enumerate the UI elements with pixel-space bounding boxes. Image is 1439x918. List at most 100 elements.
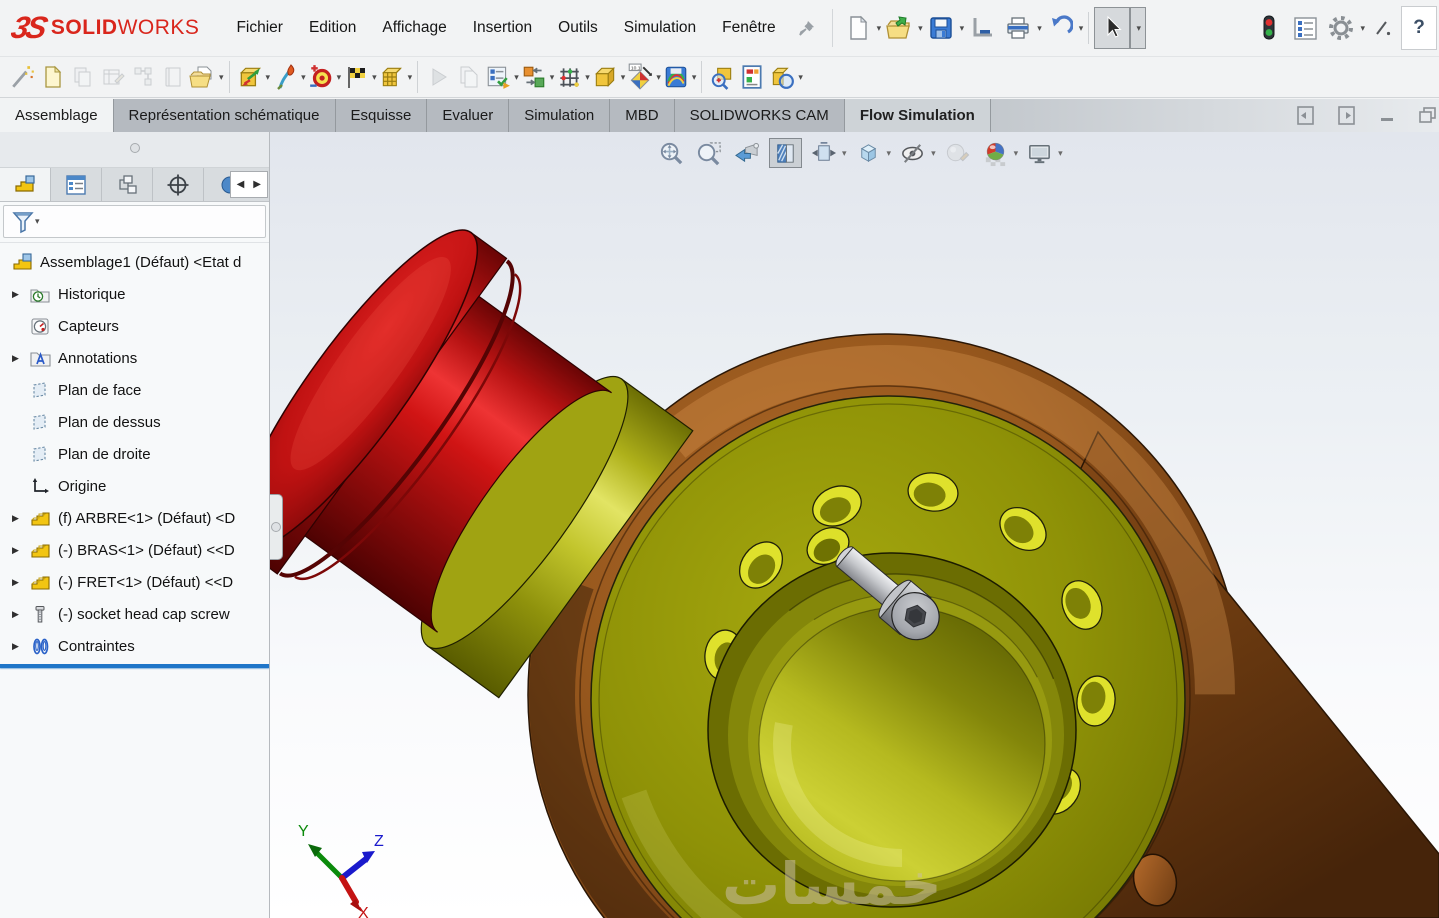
property-manager-tab[interactable] bbox=[51, 168, 102, 201]
panel-top-splitter[interactable] bbox=[0, 132, 269, 168]
surface-plot-icon[interactable]: 10.1 bbox=[625, 60, 655, 94]
tree-root[interactable]: Assemblage1 (Défaut) <Etat d bbox=[0, 246, 269, 278]
view-orientation-caret[interactable]: ▾ bbox=[887, 148, 892, 159]
select-caret[interactable]: ▾ bbox=[1130, 7, 1147, 49]
menu-outils[interactable]: Outils bbox=[545, 12, 611, 44]
tree-item-arbre[interactable]: ▶ (f) ARBRE<1> (Défaut) <D bbox=[0, 502, 269, 534]
view-settings-caret[interactable]: ▾ bbox=[1058, 148, 1063, 159]
panel-edge-splitter[interactable] bbox=[270, 494, 283, 560]
tab-solidworks-cam[interactable]: SOLIDWORKS CAM bbox=[674, 99, 845, 132]
tree-item-bras[interactable]: ▶ (-) BRAS<1> (Défaut) <<D bbox=[0, 534, 269, 566]
scroll-left-icon[interactable]: ◀ bbox=[237, 179, 245, 190]
notebook-icon[interactable] bbox=[158, 60, 188, 94]
expand-caret-icon[interactable]: ▶ bbox=[12, 609, 30, 620]
flow-trajectories-caret[interactable]: ▾ bbox=[692, 72, 697, 83]
menu-simulation[interactable]: Simulation bbox=[611, 12, 709, 44]
open-button[interactable] bbox=[881, 7, 917, 49]
undo-caret[interactable]: ▾ bbox=[1079, 23, 1084, 34]
options-gear-icon[interactable] bbox=[1323, 7, 1359, 49]
tree-item-contraintes[interactable]: ▶ Contraintes bbox=[0, 630, 269, 662]
view-settings-icon[interactable] bbox=[1023, 138, 1056, 168]
tree-item-socket-head-cap-screw[interactable]: ▶ (-) socket head cap screw bbox=[0, 598, 269, 630]
tree-item-fret[interactable]: ▶ (-) FRET<1> (Défaut) <<D bbox=[0, 566, 269, 598]
open-results-icon[interactable] bbox=[188, 60, 218, 94]
splitter-knob[interactable] bbox=[130, 143, 140, 153]
previous-view-icon[interactable] bbox=[731, 138, 764, 168]
tree-item-origine[interactable]: Origine bbox=[0, 470, 269, 502]
expand-caret-icon[interactable]: ▶ bbox=[12, 545, 30, 556]
file-properties-icon[interactable] bbox=[1287, 7, 1323, 49]
tab-mbd[interactable]: MBD bbox=[610, 99, 675, 132]
expand-caret-icon[interactable]: ▶ bbox=[12, 353, 30, 364]
edge-corner-button[interactable] bbox=[964, 7, 1000, 49]
tree-item-plan-de-droite[interactable]: Plan de droite bbox=[0, 438, 269, 470]
wizard-icon[interactable] bbox=[8, 60, 38, 94]
tab-simulation[interactable]: Simulation bbox=[509, 99, 611, 132]
help-button[interactable]: ? bbox=[1401, 6, 1437, 50]
pin-menu-icon[interactable] bbox=[789, 7, 825, 49]
zoom-to-fit-icon[interactable] bbox=[655, 138, 688, 168]
filter-caret[interactable]: ▾ bbox=[35, 216, 40, 227]
expand-caret-icon[interactable]: ▶ bbox=[12, 641, 30, 652]
run-icon[interactable] bbox=[423, 60, 453, 94]
expand-caret-icon[interactable]: ▶ bbox=[12, 513, 30, 524]
tab-esquisse[interactable]: Esquisse bbox=[335, 99, 428, 132]
save-button[interactable] bbox=[923, 7, 959, 49]
menu-edition[interactable]: Edition bbox=[296, 12, 369, 44]
print-button[interactable] bbox=[1000, 7, 1036, 49]
restore-window-icon[interactable] bbox=[1419, 106, 1437, 125]
hide-show-items-icon[interactable] bbox=[896, 138, 929, 168]
pen-icon[interactable] bbox=[1365, 7, 1401, 49]
splitter-knob[interactable] bbox=[271, 522, 281, 532]
probe-icon[interactable] bbox=[707, 60, 737, 94]
clone-project-icon[interactable] bbox=[68, 60, 98, 94]
new-document-button[interactable] bbox=[840, 7, 876, 49]
flow-trajectories-icon[interactable] bbox=[661, 60, 691, 94]
tree-item-annotations[interactable]: ▶ Annotations bbox=[0, 342, 269, 374]
annotation-views-icon[interactable] bbox=[807, 138, 840, 168]
goals-flag-icon[interactable] bbox=[341, 60, 371, 94]
heat-source-icon[interactable] bbox=[270, 60, 300, 94]
tree-item-capteurs[interactable]: Capteurs bbox=[0, 310, 269, 342]
batch-results-icon[interactable] bbox=[453, 60, 483, 94]
compare-caret[interactable]: ▾ bbox=[798, 72, 803, 83]
new-project-icon[interactable] bbox=[38, 60, 68, 94]
tab-evaluer[interactable]: Evaluer bbox=[427, 99, 510, 132]
point-parameter-icon[interactable] bbox=[306, 60, 336, 94]
mesh-display-icon[interactable] bbox=[554, 60, 584, 94]
graphics-area[interactable]: خمسات Y Z X ▾ ▾ ▾ ▾ ▾ bbox=[270, 132, 1439, 918]
apply-scene-caret[interactable]: ▾ bbox=[1014, 148, 1019, 159]
results-summary-icon[interactable] bbox=[483, 60, 513, 94]
feature-manager-tab[interactable] bbox=[0, 168, 51, 201]
cut-plot-icon[interactable] bbox=[590, 60, 620, 94]
edit-appearance-icon[interactable] bbox=[941, 138, 974, 168]
compare-icon[interactable] bbox=[767, 60, 797, 94]
menu-affichage[interactable]: Affichage bbox=[369, 12, 459, 44]
open-results-caret[interactable]: ▾ bbox=[219, 72, 224, 83]
minimize-window-icon[interactable] bbox=[1379, 106, 1395, 125]
section-view-icon[interactable] bbox=[769, 138, 802, 168]
menu-fichier[interactable]: Fichier bbox=[223, 12, 296, 44]
expand-caret-icon[interactable]: ▶ bbox=[12, 577, 30, 588]
dimxpert-manager-tab[interactable] bbox=[153, 168, 204, 201]
load-unload-results-icon[interactable] bbox=[519, 60, 549, 94]
tab-assemblage[interactable]: Assemblage bbox=[0, 99, 114, 132]
zoom-to-area-icon[interactable] bbox=[693, 138, 726, 168]
expand-caret-icon[interactable]: ▶ bbox=[12, 289, 30, 300]
tree-item-plan-de-dessus[interactable]: Plan de dessus bbox=[0, 406, 269, 438]
select-button[interactable] bbox=[1094, 7, 1131, 49]
menu-insertion[interactable]: Insertion bbox=[460, 12, 545, 44]
component-control-icon[interactable] bbox=[128, 60, 158, 94]
tree-item-plan-de-face[interactable]: Plan de face bbox=[0, 374, 269, 406]
report-icon[interactable] bbox=[737, 60, 767, 94]
configuration-manager-tab[interactable] bbox=[102, 168, 153, 201]
tree-filter-bar[interactable]: ▾ bbox=[3, 205, 266, 238]
tab-flow-simulation[interactable]: Flow Simulation bbox=[844, 99, 991, 132]
rollback-bar[interactable] bbox=[0, 664, 269, 668]
menu-fenetre[interactable]: Fenêtre bbox=[709, 12, 788, 44]
pane-left-icon[interactable] bbox=[1297, 106, 1314, 125]
view-orientation-icon[interactable] bbox=[852, 138, 885, 168]
tab-representation-schematique[interactable]: Représentation schématique bbox=[113, 99, 336, 132]
boundary-condition-icon[interactable] bbox=[235, 60, 265, 94]
scroll-right-icon[interactable]: ▶ bbox=[253, 179, 261, 190]
